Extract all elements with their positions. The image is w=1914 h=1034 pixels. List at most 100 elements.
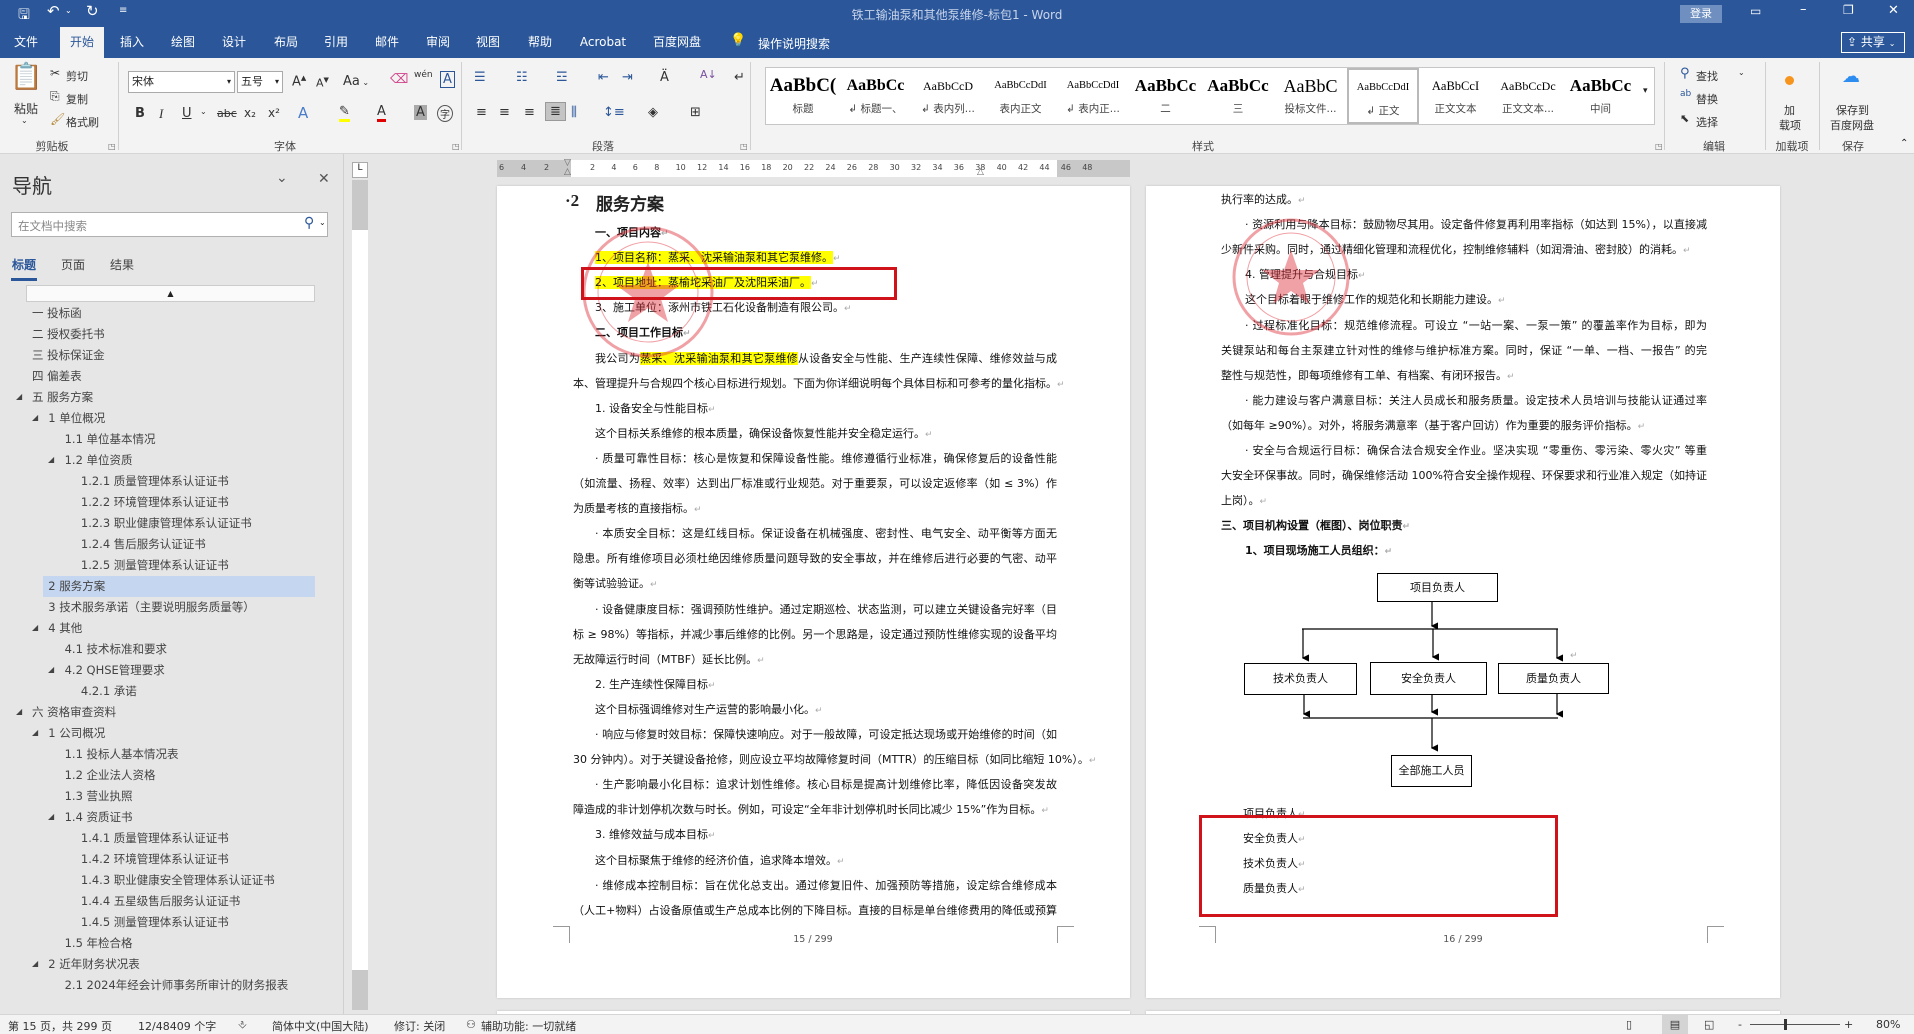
nav-scroll-up-button[interactable]: ▲	[26, 285, 315, 302]
multilevel-list-icon[interactable]: ☲	[556, 70, 568, 85]
nav-heading-item[interactable]: 1.4.4 五星级售后服务认证证书	[81, 891, 240, 912]
document-line[interactable]: 30 分钟内）。对于关键设备抢修，则应设立平均故障修复时间（MTTR）的压缩目标…	[573, 747, 1096, 772]
find-button[interactable]: 查找	[1696, 68, 1718, 84]
ribbon-display-icon[interactable]: ▭	[1750, 4, 1761, 18]
expand-triangle-icon[interactable]: ◢	[32, 959, 38, 968]
dialog-launcher-icon[interactable]: ◳	[1655, 142, 1663, 151]
font-color-icon[interactable]: A	[377, 104, 386, 122]
document-line[interactable]: 这个目标强调维修对生产运营的影响最小化。	[595, 697, 823, 722]
align-left-icon[interactable]: ≡	[476, 105, 487, 120]
document-line[interactable]: 关键泵站和每台主泵建立针对性的维修与维护标准方案。同时，保证 “一单、一档、一报…	[1221, 338, 1707, 363]
print-layout-icon[interactable]: ▤	[1662, 1015, 1688, 1034]
nav-search-input[interactable]: 在文档中搜索 ⚲ ⌄	[11, 212, 328, 237]
format-painter-icon[interactable]: 🖌	[50, 112, 65, 126]
style-item[interactable]: AaBbCc 二	[1130, 68, 1202, 124]
gallery-more-icon[interactable]: ▾	[1643, 86, 1648, 96]
document-line[interactable]: · 响应与修复时效目标：保障快速响应。对于一般故障，可设定抵达现场或开始维修的时…	[595, 722, 1057, 747]
document-line[interactable]: · 资源利用与降本目标：鼓励物尽其用。设定备件修复再利用率指标（如达到 15%）…	[1245, 212, 1707, 237]
language[interactable]: 简体中文(中国大陆)	[272, 1018, 369, 1034]
document-line[interactable]: （如每年 ≥90%）。对外，将服务满意率（基于客户回访）作为重要的服务评价指标。	[1221, 413, 1645, 438]
tell-me-search[interactable]: 操作说明搜索	[758, 35, 830, 52]
login-button[interactable]: 登录	[1680, 5, 1722, 23]
search-dropdown-icon[interactable]: ⌄	[319, 218, 326, 227]
addins-button[interactable]: 加	[1784, 102, 1795, 118]
nav-heading-item[interactable]: 1.2 企业法人资格	[65, 765, 156, 786]
close-icon[interactable]: ✕	[1888, 3, 1899, 18]
paste-dropdown-icon[interactable]: ⌄	[21, 116, 28, 125]
replace-button[interactable]: 替换	[1696, 91, 1718, 107]
clear-formatting-icon[interactable]: ⌫	[390, 72, 408, 87]
document-line[interactable]: 无故障运行时间（MTBF）延长比例。	[573, 647, 765, 672]
cut-icon[interactable]: ✂	[50, 66, 60, 80]
numbering-icon[interactable]: ☷	[516, 70, 528, 85]
track-changes-status[interactable]: 修订: 关闭	[394, 1018, 445, 1034]
document-line[interactable]: 标 ≥ 98%）等指标，并减少事后维修的比例。另一个思路是，设定通过预防性维修实…	[573, 622, 1057, 647]
expand-triangle-icon[interactable]: ◢	[32, 728, 38, 737]
tab-0[interactable]: 文件	[4, 27, 48, 58]
nav-heading-item[interactable]: 六 资格审查资料	[32, 702, 116, 723]
word-count[interactable]: 12/48409 个字	[138, 1018, 216, 1034]
nav-heading-item[interactable]: 1 单位概况	[48, 408, 105, 429]
style-item[interactable]: AaBbC(标题	[767, 68, 839, 124]
bold-button[interactable]: B	[135, 106, 145, 121]
nav-tab-2[interactable]: 结果	[110, 256, 134, 273]
nav-heading-item[interactable]: 2.1 2024年经会计师事务所审计的财务报表	[65, 975, 289, 996]
expand-triangle-icon[interactable]: ◢	[32, 623, 38, 632]
decrease-indent-icon[interactable]: ⇤	[598, 70, 609, 85]
align-center-icon[interactable]: ≡	[499, 105, 510, 120]
nav-heading-item[interactable]: 2 近年财务状况表	[48, 954, 139, 975]
tab-12[interactable]: 百度网盘	[643, 27, 711, 58]
paste-icon[interactable]: 📋	[10, 62, 42, 92]
document-line[interactable]: · 能力建设与客户满意目标：关注人员成长和服务质量。设定技术人员培训与技能认证通…	[1245, 388, 1707, 413]
nav-close-icon[interactable]: ✕	[318, 171, 330, 187]
document-line[interactable]: 这个目标关系维修的根本质量，确保设备恢复性能并安全稳定运行。	[595, 421, 933, 446]
style-item[interactable]: AaBbCcDdI 表内正文	[985, 68, 1057, 124]
expand-triangle-icon[interactable]: ◢	[48, 812, 54, 821]
nav-heading-item[interactable]: 二 授权委托书	[32, 324, 105, 345]
document-line[interactable]: 4. 管理提升与合规目标	[1245, 262, 1366, 287]
select-button[interactable]: 选择	[1696, 114, 1718, 130]
addins-icon[interactable]	[1785, 76, 1794, 85]
tab-8[interactable]: 审阅	[416, 27, 460, 58]
tab-selector[interactable]: L	[352, 162, 368, 178]
copy-button[interactable]: 复制	[66, 91, 88, 107]
dialog-launcher-icon[interactable]: ◳	[108, 142, 116, 151]
nav-heading-item[interactable]: 4 其他	[48, 618, 82, 639]
document-line[interactable]: 二、项目工作目标	[595, 320, 691, 345]
nav-heading-item[interactable]: 3 技术服务承诺（主要说明服务质量等）	[48, 597, 254, 618]
bullets-icon[interactable]: ☰	[474, 70, 486, 85]
nav-heading-item[interactable]: 1.2.2 环境管理体系认证证书	[81, 492, 229, 513]
zoom-out-button[interactable]: -	[1738, 1018, 1742, 1031]
document-line[interactable]: 2. 生产连续性保障目标	[595, 672, 716, 697]
document-line[interactable]: 3. 维修效益与成本目标	[595, 822, 716, 847]
nav-heading-item[interactable]: 1.2.5 测量管理体系认证证书	[81, 555, 229, 576]
right-indent-marker[interactable]: △	[977, 167, 984, 177]
nav-heading-item[interactable]: 1.1 投标人基本情况表	[65, 744, 179, 765]
style-item[interactable]: AaBbC 投标文件...	[1275, 68, 1347, 124]
paste-button[interactable]: 粘贴	[14, 100, 38, 117]
line-spacing-icon[interactable]: ↕≡	[603, 105, 625, 120]
nav-heading-item[interactable]: 一 投标函	[32, 303, 82, 324]
style-item[interactable]: AaBbCc 三	[1202, 68, 1274, 124]
style-item[interactable]: AaBbCcI 正文文本	[1420, 68, 1492, 124]
copy-icon[interactable]: ⎘	[50, 89, 60, 104]
borders-icon[interactable]: ⊞	[690, 105, 701, 120]
zoom-level[interactable]: 80%	[1876, 1018, 1900, 1031]
document-line[interactable]: 1. 设备安全与性能目标	[595, 396, 716, 421]
style-item[interactable]: AaBbCc 中间	[1565, 68, 1637, 124]
document-line[interactable]: 隐患。所有维修项目必须杜绝因维修质量问题导致的安全事故，并在维修后进行必要的气密…	[573, 546, 1057, 571]
nav-options-chevron-icon[interactable]: ⌄	[276, 170, 288, 186]
tab-5[interactable]: 布局	[264, 27, 308, 58]
document-line[interactable]: 少新件采购。同时，通过精细化管理和流程优化，控制维修辅料（如润滑油、密封胶）的消…	[1221, 237, 1691, 262]
format-painter-button[interactable]: 格式刷	[66, 114, 99, 130]
nav-tab-0[interactable]: 标题	[12, 256, 36, 273]
tab-1[interactable]: 开始	[59, 27, 105, 58]
document-line[interactable]: · 本质安全目标：这是红线目标。保证设备在机械强度、密封性、电气安全、动平衡等方…	[595, 521, 1057, 546]
change-case-button[interactable]: Aa ⌄	[343, 74, 369, 89]
nav-heading-item[interactable]: 1.3 营业执照	[65, 786, 133, 807]
subscript-button[interactable]: x₂	[244, 106, 256, 120]
character-border-icon[interactable]: A	[440, 71, 455, 88]
replace-icon[interactable]: ab	[1680, 89, 1691, 99]
tab-7[interactable]: 邮件	[365, 27, 409, 58]
tab-3[interactable]: 绘图	[161, 27, 205, 58]
